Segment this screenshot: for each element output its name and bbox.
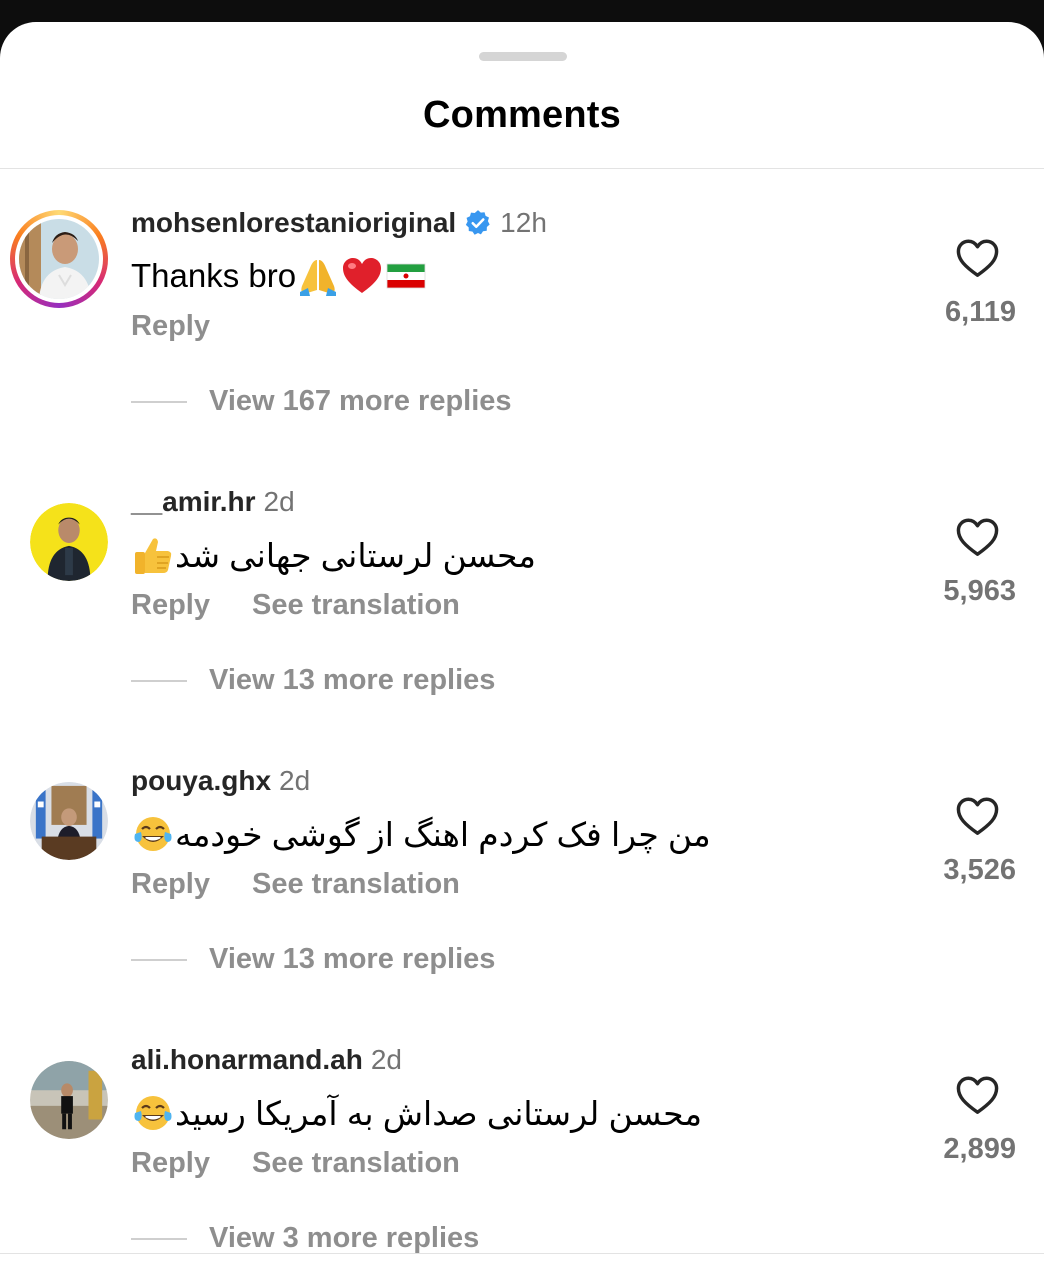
comment-header: __amir.hr 2d <box>131 486 295 518</box>
comment-time: 2d <box>263 486 295 517</box>
heart-icon[interactable] <box>955 517 1000 557</box>
replies-dash <box>131 1237 187 1240</box>
like-count: 3,526 <box>943 854 1016 886</box>
comments-sheet: Comments mohsenlorestanioriginal 12h Tha… <box>0 22 1044 1280</box>
comment-actions: Reply See translation <box>131 589 460 622</box>
comment-text-body: محسن لرستانی صداش به آمریکا رسید <box>175 1094 703 1132</box>
avatar[interactable] <box>30 782 108 860</box>
red-heart-icon <box>340 254 384 298</box>
view-more-replies[interactable]: View 3 more replies <box>131 1222 479 1255</box>
comment-text: محسن لرستانی جهانی شد <box>131 533 536 577</box>
username[interactable]: ali.honarmand.ah <box>131 1044 363 1076</box>
comment-actions: Reply See translation <box>131 1147 460 1180</box>
avatar-photo-icon <box>30 1061 108 1139</box>
view-more-replies[interactable]: View 13 more replies <box>131 664 495 697</box>
thumbs-up-icon <box>131 533 175 577</box>
comment-text-body: محسن لرستانی جهانی شد <box>175 536 536 574</box>
avatar[interactable] <box>30 503 108 581</box>
reply-button[interactable]: Reply <box>131 589 210 622</box>
view-more-replies[interactable]: View 13 more replies <box>131 943 495 976</box>
folded-hands-icon <box>296 254 340 298</box>
comment-item: __amir.hr 2d محسن لرستانی جهانی شد Reply… <box>0 486 1044 780</box>
comment-item: pouya.ghx 2d من چرا فک کردم اهنگ از گوشی… <box>0 765 1044 1059</box>
comment-text: محسن لرستانی صداش به آمریکا رسید <box>131 1091 702 1135</box>
replies-dash <box>131 679 187 682</box>
comment-time: 12h <box>500 207 547 238</box>
comment-actions: Reply <box>131 310 210 343</box>
comment-time: 2d <box>370 1044 402 1075</box>
replies-dash <box>131 400 187 403</box>
comment-header: pouya.ghx 2d <box>131 765 310 797</box>
bottom-divider <box>0 1253 1044 1254</box>
view-more-replies-label: View 167 more replies <box>209 385 512 417</box>
comment-text: من چرا فک کردم اهنگ از گوشی خودمه <box>131 812 711 856</box>
like-count: 2,899 <box>943 1133 1016 1165</box>
sheet-title: Comments <box>423 94 621 136</box>
heart-icon[interactable] <box>955 238 1000 278</box>
comment-item: ali.honarmand.ah 2d محسن لرستانی صداش به… <box>0 1044 1044 1280</box>
view-more-replies-label: View 13 more replies <box>209 664 496 696</box>
tears-of-joy-icon <box>131 1091 175 1135</box>
see-translation-button[interactable]: See translation <box>252 868 460 901</box>
replies-dash <box>131 958 187 961</box>
username[interactable]: mohsenlorestanioriginal <box>131 207 456 239</box>
avatar-photo-icon <box>19 219 99 299</box>
tears-of-joy-icon <box>131 812 175 856</box>
comment-item: mohsenlorestanioriginal 12h Thanks bro R… <box>0 207 1044 501</box>
comment-actions: Reply See translation <box>131 868 460 901</box>
avatar-photo-icon <box>30 782 108 860</box>
comment-text-body: Thanks bro <box>131 257 297 294</box>
see-translation-button[interactable]: See translation <box>252 1147 460 1180</box>
avatar[interactable] <box>30 1061 108 1139</box>
avatar-photo-icon <box>30 503 108 581</box>
heart-icon[interactable] <box>955 796 1000 836</box>
like-count: 6,119 <box>945 296 1016 328</box>
view-more-replies-label: View 3 more replies <box>209 1222 480 1254</box>
reply-button[interactable]: Reply <box>131 868 210 901</box>
like-count: 5,963 <box>943 575 1016 607</box>
username[interactable]: pouya.ghx <box>131 765 271 797</box>
drag-handle[interactable] <box>479 52 567 61</box>
username[interactable]: __amir.hr <box>131 486 256 518</box>
verified-badge-icon <box>464 209 492 237</box>
comment-text: Thanks bro <box>131 254 428 298</box>
see-translation-button[interactable]: See translation <box>252 589 460 622</box>
avatar[interactable] <box>10 210 108 308</box>
comment-header: ali.honarmand.ah 2d <box>131 1044 402 1076</box>
comment-header: mohsenlorestanioriginal 12h <box>131 207 547 239</box>
iran-flag-icon <box>384 254 428 298</box>
reply-button[interactable]: Reply <box>131 1147 210 1180</box>
heart-icon[interactable] <box>955 1075 1000 1115</box>
view-more-replies[interactable]: View 167 more replies <box>131 385 512 418</box>
reply-button[interactable]: Reply <box>131 310 210 343</box>
comment-text-body: من چرا فک کردم اهنگ از گوشی خودمه <box>175 815 711 853</box>
header-divider <box>0 168 1044 169</box>
comment-time: 2d <box>279 765 311 796</box>
view-more-replies-label: View 13 more replies <box>209 943 496 975</box>
